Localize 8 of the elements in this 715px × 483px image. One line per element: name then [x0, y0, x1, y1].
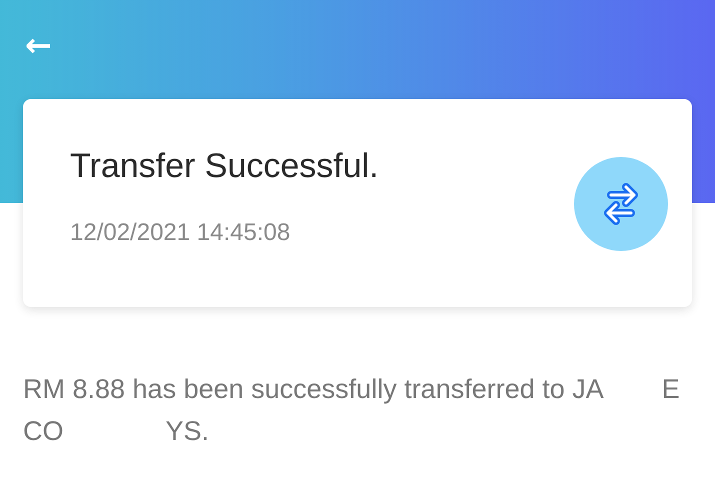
transfer-icon [574, 157, 668, 251]
card-title: Transfer Successful. [70, 149, 379, 183]
message-text: RM 8.88 has been successfully transferred to JA [23, 373, 604, 406]
message-text: CO [23, 415, 64, 448]
message-text: E [662, 373, 680, 406]
message-text: YS. [166, 415, 210, 448]
timestamp: 12/02/2021 14:45:08 [70, 221, 292, 245]
back-button[interactable]: ← [25, 29, 52, 61]
